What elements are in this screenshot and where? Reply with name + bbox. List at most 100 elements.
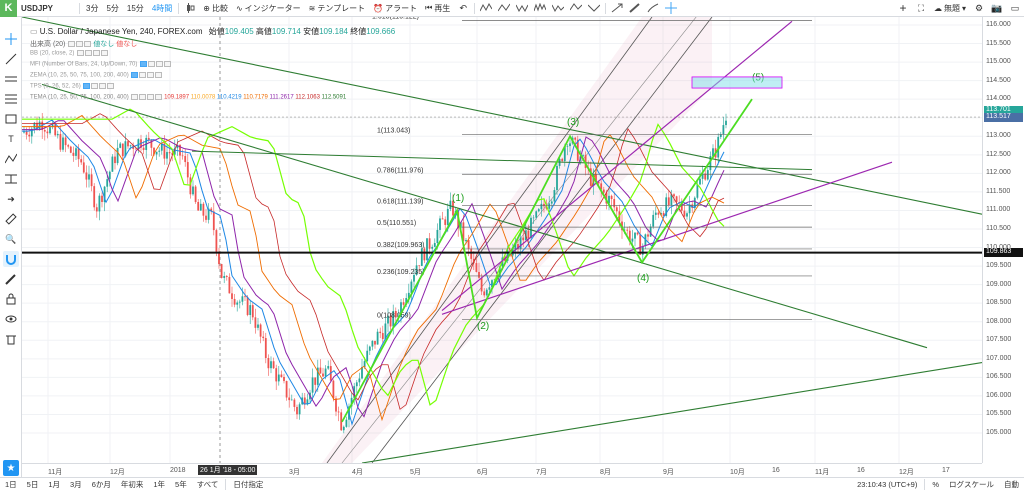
- range-3m[interactable]: 3月: [65, 479, 87, 490]
- candle-body: [275, 368, 278, 382]
- legend-collapse-icon[interactable]: ▭: [30, 27, 40, 36]
- visibility-toggle[interactable]: [77, 50, 85, 56]
- fullscreen-icon[interactable]: ⛶: [915, 2, 927, 14]
- prediction-tool-icon[interactable]: [3, 171, 19, 187]
- interval-3m[interactable]: 3分: [82, 0, 102, 17]
- remove-toggle[interactable]: [93, 50, 101, 56]
- camera-icon[interactable]: 📷: [991, 2, 1003, 14]
- more-toggle[interactable]: [155, 72, 163, 78]
- goto-date-button[interactable]: 日付指定: [228, 479, 268, 490]
- candle-body: [49, 127, 51, 134]
- settings-toggle[interactable]: [148, 61, 156, 67]
- candle-body: [293, 399, 296, 407]
- time-axis[interactable]: 11月 12月 2018 26 1月 '18 - 05:00 3月 4月 5月 6月 7月 8月 9…: [22, 463, 982, 477]
- wave-label: (2): [477, 321, 489, 332]
- clock[interactable]: 23:10:43 (UTC+9): [852, 480, 922, 489]
- alert-button[interactable]: ⏰ アラート: [369, 0, 421, 17]
- draw-mode-icon[interactable]: [3, 271, 19, 287]
- percent-toggle[interactable]: %: [927, 480, 944, 489]
- visibility-toggle[interactable]: [83, 83, 91, 89]
- settings-toggle[interactable]: [139, 94, 147, 100]
- visibility-toggle[interactable]: [140, 61, 148, 67]
- range-1m[interactable]: 1月: [43, 479, 65, 490]
- settings-toggle[interactable]: [139, 72, 147, 78]
- candle-body: [238, 301, 241, 303]
- undo-icon[interactable]: ↶: [457, 2, 469, 14]
- symbol-search[interactable]: USDJPY: [17, 0, 77, 17]
- interval-4h[interactable]: 4時間: [148, 0, 176, 17]
- range-5d[interactable]: 5日: [22, 479, 44, 490]
- expand-icon[interactable]: ▭: [1009, 2, 1021, 14]
- pattern-tool-icon[interactable]: [3, 151, 19, 167]
- trendline-tool-icon[interactable]: [3, 51, 19, 67]
- layout-cloud-button[interactable]: ☁ 無題 ▾: [930, 0, 970, 17]
- star-icon[interactable]: ★: [3, 460, 19, 476]
- more-toggle[interactable]: [164, 61, 172, 67]
- remove-toggle[interactable]: [84, 41, 92, 48]
- lock-icon[interactable]: [3, 291, 19, 307]
- compare-button[interactable]: ⊕ 比較: [199, 0, 232, 17]
- settings-toggle[interactable]: [85, 50, 93, 56]
- pencil-icon[interactable]: [629, 2, 641, 14]
- auto-scale-toggle[interactable]: 自動: [999, 479, 1024, 490]
- candle-body: [667, 197, 670, 206]
- arrow-line-icon[interactable]: [611, 2, 623, 14]
- crosshair-icon[interactable]: [665, 2, 678, 14]
- interval-15m[interactable]: 15分: [123, 0, 148, 17]
- trash-icon[interactable]: [3, 331, 19, 347]
- horizontal-line-tool-icon[interactable]: [3, 71, 19, 87]
- visibility-toggle[interactable]: [131, 72, 139, 78]
- logo-icon[interactable]: K: [0, 0, 17, 17]
- range-5y[interactable]: 5年: [170, 479, 192, 490]
- remove-toggle[interactable]: [99, 83, 107, 89]
- wave-wxy-icon[interactable]: [516, 2, 529, 14]
- range-ytd[interactable]: 年初来: [116, 479, 149, 490]
- candle-body: [225, 276, 228, 277]
- indicators-button[interactable]: ∿ インジケーター: [232, 0, 305, 17]
- remove-toggle[interactable]: [147, 72, 155, 78]
- wave-chevron-icon[interactable]: [588, 2, 601, 14]
- more-toggle[interactable]: [155, 94, 163, 100]
- wave-wxyxz-icon[interactable]: [534, 2, 547, 14]
- divider: [79, 2, 80, 14]
- settings-toggle[interactable]: [76, 41, 84, 48]
- range-1d[interactable]: 1日: [0, 479, 22, 490]
- chart-canvas[interactable]: 1(113.043) 0.786(111.976) 0.618(111.139) 0.…: [22, 17, 982, 463]
- add-icon[interactable]: +: [897, 1, 909, 15]
- text-tool-icon[interactable]: T: [3, 131, 19, 147]
- interval-5m[interactable]: 5分: [102, 0, 122, 17]
- more-toggle[interactable]: [107, 83, 115, 89]
- arrow-right-icon[interactable]: ➜: [3, 191, 19, 207]
- visibility-toggle[interactable]: [131, 94, 139, 100]
- range-1y[interactable]: 1年: [148, 479, 170, 490]
- ruler-icon[interactable]: [3, 211, 19, 227]
- templates-button[interactable]: ≋ テンプレート: [305, 0, 369, 17]
- log-scale-toggle[interactable]: ログスケール: [944, 479, 999, 490]
- settings-toggle[interactable]: [91, 83, 99, 89]
- visibility-toggle[interactable]: [68, 41, 76, 48]
- more-toggle[interactable]: [101, 50, 109, 56]
- price-tick: 114.000: [986, 95, 1011, 103]
- brush-icon[interactable]: [647, 2, 659, 14]
- wave-w12-icon[interactable]: [480, 2, 493, 14]
- gear-icon[interactable]: ⚙: [973, 2, 985, 14]
- wave-combo-icon[interactable]: [570, 2, 583, 14]
- remove-toggle[interactable]: [156, 61, 164, 67]
- price-chart[interactable]: 1(113.043) 0.786(111.976) 0.618(111.139) 0.…: [22, 17, 982, 463]
- range-6m[interactable]: 6か月: [87, 479, 116, 490]
- candle-style-icon[interactable]: [184, 2, 196, 14]
- magnet-icon[interactable]: [3, 251, 19, 267]
- eye-icon[interactable]: [3, 311, 19, 327]
- replay-button[interactable]: ⏮ 再生: [421, 0, 454, 17]
- zoom-icon[interactable]: 🔍: [3, 231, 19, 247]
- tema-value: 112.1063: [293, 94, 320, 101]
- crosshair-tool-icon[interactable]: [3, 31, 19, 47]
- fib-tool-icon[interactable]: [3, 91, 19, 107]
- volume-legend: 出来高 (20) 値なし 値なし: [30, 39, 137, 49]
- range-all[interactable]: すべて: [192, 479, 224, 490]
- wave-abc-icon[interactable]: [498, 2, 511, 14]
- rectangle-tool-icon[interactable]: [3, 111, 19, 127]
- wave-triangle-icon[interactable]: [552, 2, 565, 14]
- remove-toggle[interactable]: [147, 94, 155, 100]
- price-axis[interactable]: 116.000 115.500 115.000 114.500 114.000 113.5…: [982, 17, 1024, 463]
